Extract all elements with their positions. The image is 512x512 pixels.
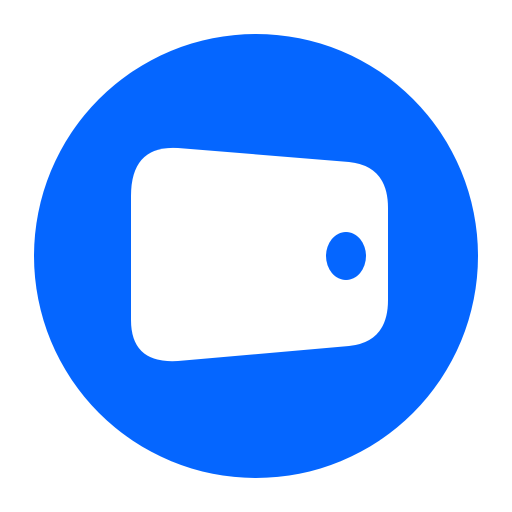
- wallet-logo: [34, 34, 478, 478]
- app-icon: [0, 0, 512, 512]
- wallet-clasp-icon: [326, 232, 366, 280]
